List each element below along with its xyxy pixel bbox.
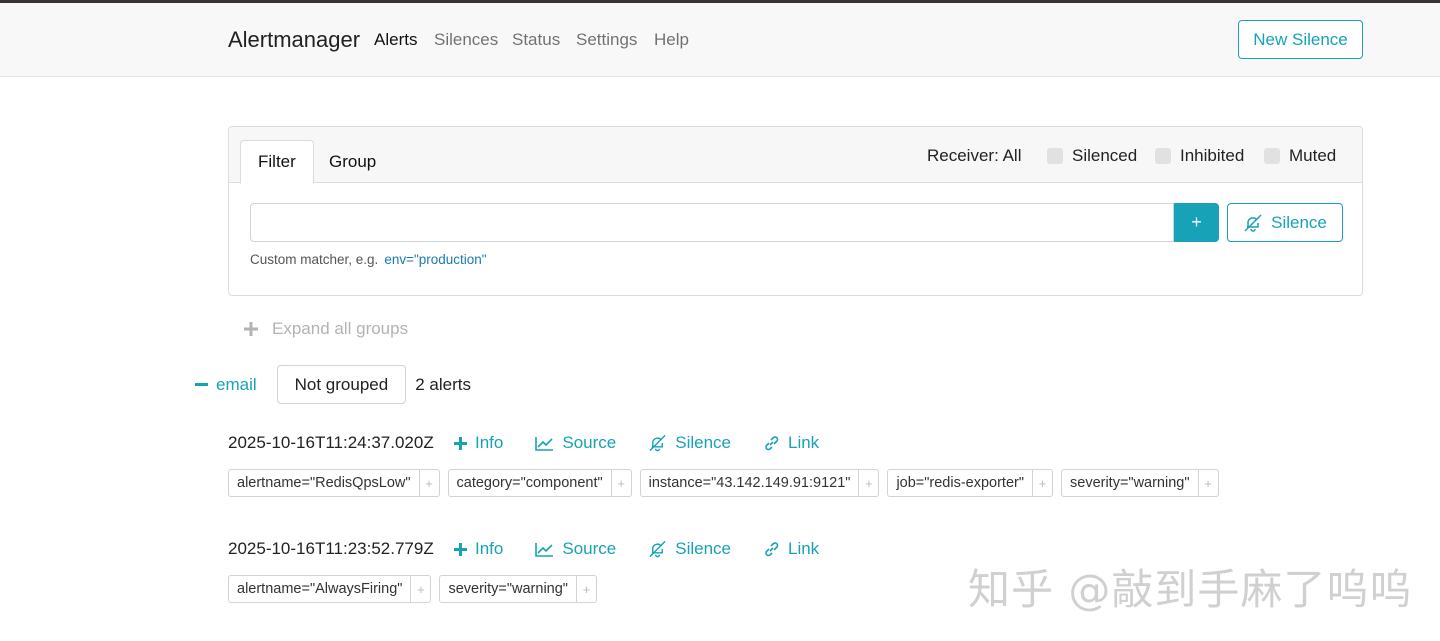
nav-silences[interactable]: Silences (434, 30, 498, 50)
add-label-filter-icon[interactable]: + (410, 576, 430, 602)
label-chip[interactable]: severity="warning" + (1061, 469, 1219, 497)
alert-timestamp: 2025-10-16T11:24:37.020Z (228, 433, 434, 452)
label-text: alertname="AlwaysFiring" (237, 581, 403, 597)
label-text: instance="43.142.149.91:9121" (648, 475, 851, 491)
filter-card-header: Filter Group Receiver: All Silenced Inhi… (229, 127, 1362, 184)
silence-label: Silence (675, 433, 731, 452)
label-chip[interactable]: severity="warning" + (439, 575, 597, 603)
new-silence-button[interactable]: New Silence (1238, 20, 1363, 59)
add-label-filter-icon[interactable]: + (1197, 470, 1218, 496)
add-label-filter-icon[interactable]: + (610, 470, 631, 496)
hint-text: Custom matcher, e.g. (250, 252, 379, 267)
watermark: 知乎 @敲到手麻了呜呜 (968, 565, 1413, 614)
label-text: job="redis-exporter" (896, 475, 1024, 491)
nav-alerts[interactable]: Alerts (374, 30, 417, 50)
info-button[interactable]: Info (454, 539, 503, 559)
silence-filter-label: Silence (1271, 212, 1327, 232)
filter-input[interactable] (250, 203, 1174, 242)
add-label-filter-icon[interactable]: + (858, 470, 878, 496)
muted-label: Muted (1289, 146, 1337, 165)
source-label: Source (562, 539, 617, 558)
label-chip[interactable]: job="redis-exporter" + (887, 469, 1053, 497)
label-chip[interactable]: instance="43.142.149.91:9121" + (639, 469, 880, 497)
label-chip[interactable]: category="component" + (447, 469, 632, 497)
label-text: severity="warning" (1070, 475, 1190, 491)
silence-filter-button[interactable]: Silence (1227, 203, 1343, 242)
group-receiver: email (216, 374, 257, 394)
alert-group-header: email Not grouped 2 alerts (195, 365, 471, 404)
collapse-group-toggle[interactable]: email (195, 375, 257, 395)
add-label-filter-icon[interactable]: + (575, 576, 596, 602)
nav-settings[interactable]: Settings (576, 30, 637, 50)
matcher-hint: Custom matcher, e.g. env="production" (250, 252, 487, 267)
line-chart-icon (535, 542, 554, 557)
inhibited-label: Inhibited (1180, 146, 1245, 165)
inhibited-checkbox[interactable]: Inhibited (1155, 146, 1244, 166)
info-label: Info (475, 433, 504, 452)
silence-alert-button[interactable]: Silence (648, 433, 731, 453)
checkbox-box[interactable] (1047, 148, 1063, 164)
label-chip[interactable]: alertname="AlwaysFiring" + (228, 575, 432, 603)
nav-status[interactable]: Status (512, 30, 560, 50)
grouping-badge[interactable]: Not grouped (276, 365, 407, 404)
silenced-label: Silenced (1072, 146, 1138, 165)
alert-count: 2 alerts (415, 374, 471, 394)
alert-timestamp: 2025-10-16T11:23:52.779Z (228, 539, 434, 558)
label-text: category="component" (456, 475, 603, 491)
link-icon (763, 541, 780, 558)
minus-icon (195, 383, 208, 386)
link-button[interactable]: Link (763, 433, 819, 453)
label-text: alertname="RedisQpsLow" (237, 475, 411, 491)
plus-icon (454, 436, 467, 450)
add-filter-button[interactable]: + (1174, 203, 1219, 242)
info-button[interactable]: Info (454, 433, 503, 453)
silence-label: Silence (675, 539, 731, 558)
alert-labels: alertname="AlwaysFiring" + severity="warn… (228, 575, 597, 603)
plus-icon (244, 322, 258, 336)
checkbox-box[interactable] (1155, 148, 1171, 164)
silenced-checkbox[interactable]: Silenced (1047, 146, 1137, 166)
alert-labels: alertname="RedisQpsLow" + category="compo… (228, 469, 1219, 497)
bell-slash-icon (648, 434, 667, 452)
expand-all-groups[interactable]: Expand all groups (244, 319, 408, 339)
link-icon (763, 435, 780, 452)
checkbox-box[interactable] (1264, 148, 1280, 164)
navbar: Alertmanager Alerts Silences Status Sett… (0, 3, 1440, 77)
muted-checkbox[interactable]: Muted (1264, 146, 1336, 166)
add-label-filter-icon[interactable]: + (1032, 470, 1052, 496)
link-button[interactable]: Link (763, 539, 819, 559)
hint-example: env="production" (384, 252, 487, 267)
alert-row: 2025-10-16T11:23:52.779Z Info Source Sil… (228, 537, 851, 561)
source-label: Source (562, 433, 617, 452)
silence-alert-button[interactable]: Silence (648, 539, 731, 559)
nav-help[interactable]: Help (654, 30, 689, 50)
expand-all-label: Expand all groups (272, 319, 409, 338)
link-label: Link (788, 539, 820, 558)
link-label: Link (788, 433, 820, 452)
bell-slash-icon (1243, 213, 1263, 232)
label-text: severity="warning" (448, 581, 568, 597)
tab-filter[interactable]: Filter (240, 140, 314, 184)
source-link[interactable]: Source (535, 539, 616, 559)
alert-row: 2025-10-16T11:24:37.020Z Info Source Sil… (228, 431, 851, 455)
source-link[interactable]: Source (535, 433, 616, 453)
line-chart-icon (535, 436, 554, 451)
plus-icon (454, 542, 467, 556)
info-label: Info (475, 539, 504, 558)
brand-title[interactable]: Alertmanager (228, 27, 360, 53)
tab-group[interactable]: Group (312, 140, 393, 183)
label-chip[interactable]: alertname="RedisQpsLow" + (228, 469, 440, 497)
bell-slash-icon (648, 540, 667, 558)
add-label-filter-icon[interactable]: + (418, 470, 439, 496)
receiver-selector[interactable]: Receiver: All (927, 146, 1021, 166)
filter-card: Filter Group Receiver: All Silenced Inhi… (228, 126, 1363, 296)
